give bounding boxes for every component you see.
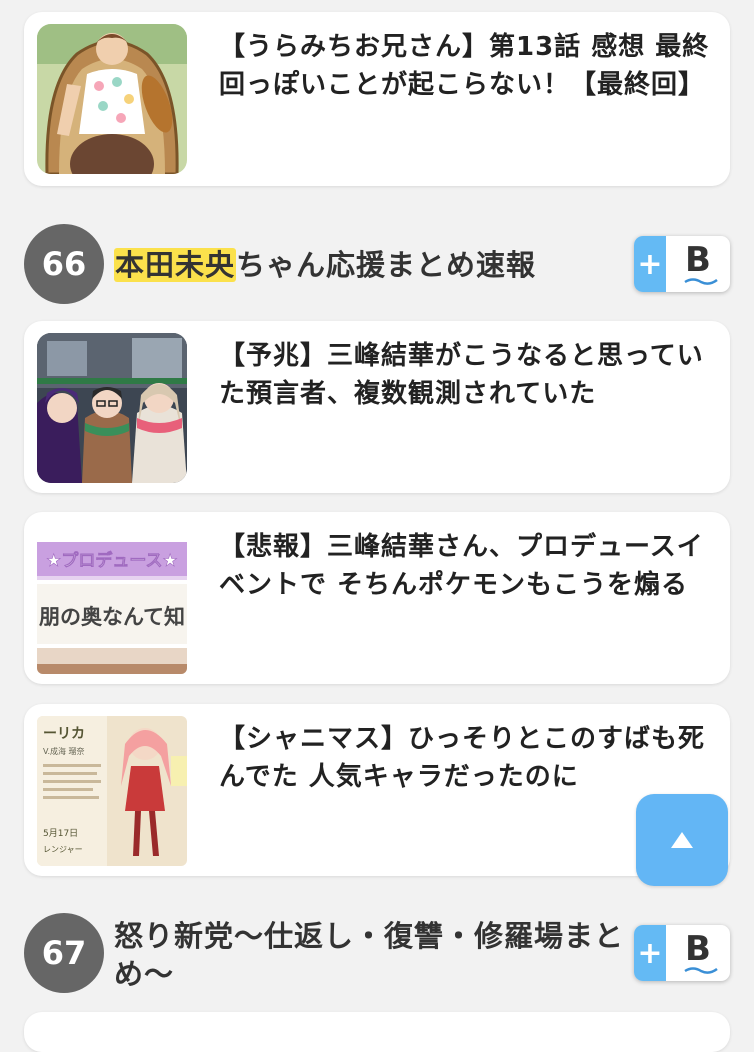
card-cv-text: V.成海 瑠奈 xyxy=(43,746,85,756)
hatena-bookmark-button[interactable]: + B xyxy=(634,236,730,292)
card-date-text: 5月17日 xyxy=(43,828,78,839)
article-thumbnail[interactable] xyxy=(37,333,187,483)
article-card[interactable]: ★プロデュース★ 朋の奥なんて知らな 【悲報】三峰結華さん、プロデュースイベント… xyxy=(24,512,730,684)
rank-badge: 66 xyxy=(24,224,104,304)
article-title[interactable]: 【シャニマス】ひっそりとこのすばも死んでた 人気キャラだったのに xyxy=(219,720,710,796)
article-card[interactable]: 【うらみちお兄さん】第13話 感想 最終回っぽいことが起こらない！【最終回】 xyxy=(24,12,730,186)
article-thumbnail[interactable] xyxy=(37,24,187,174)
article-card[interactable]: ーリカ V.成海 瑠奈 5月17日 レンジャー 【シャニマス】ひっそりとこのすば… xyxy=(24,704,730,876)
hatena-bookmark-button[interactable]: + B xyxy=(634,925,730,981)
card-footer-text: レンジャー xyxy=(43,845,83,854)
rank-badge: 67 xyxy=(24,913,104,993)
hatena-b-icon: B xyxy=(685,929,711,969)
promo-sub-text: 朋の奥なんて知らな xyxy=(39,605,187,629)
scroll-to-top-button[interactable] xyxy=(636,794,728,886)
article-card[interactable] xyxy=(24,1012,730,1052)
site-name[interactable]: 本田未央ちゃん応援まとめ速報 xyxy=(114,246,624,284)
site-name[interactable]: 怒り新党〜仕返し・復讐・修羅場まとめ〜 xyxy=(114,917,624,993)
promo-banner-text: ★プロデュース★ xyxy=(46,550,178,571)
plus-icon: + xyxy=(634,236,666,292)
article-title[interactable]: 【うらみちお兄さん】第13話 感想 最終回っぽいことが起こらない！【最終回】 xyxy=(219,28,710,104)
article-card[interactable]: 【予兆】三峰結華がこうなると思っていた預言者、複数観測されていた xyxy=(24,321,730,493)
article-thumbnail[interactable]: ーリカ V.成海 瑠奈 5月17日 レンジャー xyxy=(37,716,187,866)
article-title[interactable]: 【悲報】三峰結華さん、プロデュースイベントで そちんポケモンもこうを煽る xyxy=(219,528,710,604)
card-name-text: ーリカ xyxy=(43,726,85,742)
wave-icon xyxy=(684,278,718,285)
arrow-up-icon xyxy=(671,832,693,848)
plus-icon: + xyxy=(634,925,666,981)
site-name-highlight: 本田未央 xyxy=(114,248,237,282)
wave-icon xyxy=(684,967,718,974)
article-thumbnail[interactable]: ★プロデュース★ 朋の奥なんて知らな xyxy=(37,524,187,674)
article-title[interactable]: 【予兆】三峰結華がこうなると思っていた預言者、複数観測されていた xyxy=(219,337,710,413)
hatena-b-icon: B xyxy=(685,240,711,280)
site-name-rest: ちゃん応援まとめ速報 xyxy=(236,248,537,282)
